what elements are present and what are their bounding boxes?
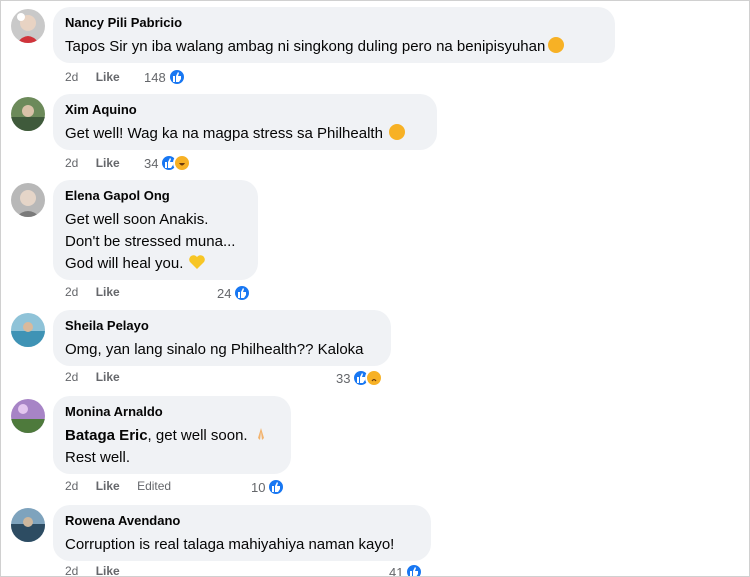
comment-author[interactable]: Nancy Pili Pabricio (65, 15, 603, 31)
yellow-heart-icon (189, 255, 206, 269)
like-reaction-icon (267, 478, 286, 496)
avatar[interactable] (11, 313, 45, 347)
like-reaction-icon (167, 68, 186, 86)
avatar[interactable] (11, 399, 45, 433)
reaction-count: 41 (389, 564, 404, 577)
avatar[interactable] (11, 508, 45, 542)
like-button[interactable]: Like (96, 561, 120, 576)
comment-actions: 2d Like Edited (65, 476, 185, 496)
mention-link[interactable]: Bataga Eric (65, 427, 148, 444)
comment-time[interactable]: 2d (65, 282, 78, 302)
folded-hands-icon (257, 428, 264, 440)
like-button[interactable]: Like (96, 282, 120, 302)
sad-reaction-icon (365, 369, 384, 387)
like-reaction-icon (405, 563, 424, 576)
comments-thread: Nancy Pili Pabricio Tapos Sir yn iba wal… (0, 0, 750, 577)
reaction-count: 10 (251, 479, 266, 495)
reaction-summary[interactable]: 10 (251, 477, 286, 497)
comment-text: Get well! Wag ka na magpa stress sa Phil… (65, 123, 425, 145)
reaction-summary[interactable]: 148 (144, 67, 186, 87)
comment-actions: 2d Like (65, 561, 134, 576)
reaction-summary[interactable]: 33 (336, 368, 384, 388)
reaction-count: 34 (144, 155, 159, 171)
like-reaction-icon (233, 284, 252, 302)
avatar[interactable] (11, 183, 45, 217)
haha-reaction-icon (173, 154, 192, 172)
comment-line: Omg, yan lang sinalo ng Philhealth?? Kal… (65, 341, 364, 358)
reaction-count: 148 (144, 69, 166, 85)
avatar[interactable] (11, 97, 45, 131)
comment-line: Get well soon Anakis. (65, 211, 209, 228)
crying-face-icon (548, 37, 565, 53)
comment-bubble: Rowena Avendano Corruption is real talag… (53, 505, 431, 561)
comment-text: Tapos Sir yn iba walang ambag ni singkon… (65, 36, 603, 58)
comment-time[interactable]: 2d (65, 561, 78, 576)
comment-author[interactable]: Sheila Pelayo (65, 318, 379, 334)
comment-line: God will heal you. (65, 255, 184, 272)
edited-label: Edited (137, 479, 172, 493)
comment-line: Don't be stressed muna... (65, 233, 236, 250)
comment-actions: 2d Like (65, 367, 134, 387)
comment-actions: 2d Like (65, 282, 134, 302)
like-button[interactable]: Like (96, 476, 120, 496)
reaction-count: 33 (336, 370, 351, 386)
comment-line: Corruption is real talaga mahiyahiya nam… (65, 536, 395, 553)
comment-line: Get well! Wag ka na magpa stress sa Phil… (65, 125, 383, 142)
comment-bubble: Monina Arnaldo Bataga Eric, get well soo… (53, 396, 291, 474)
comment-text: God will heal you. (65, 253, 246, 275)
reaction-summary[interactable]: 24 (217, 283, 252, 303)
comment-bubble: Nancy Pili Pabricio Tapos Sir yn iba wal… (53, 7, 615, 63)
comment-line: Tapos Sir yn iba walang ambag ni singkon… (65, 38, 546, 55)
comment-text: Bataga Eric, get well soon. (65, 425, 279, 447)
comment-bubble: Elena Gapol Ong Get well soon Anakis. Do… (53, 180, 258, 280)
comment-author[interactable]: Xim Aquino (65, 102, 425, 118)
like-button[interactable]: Like (96, 153, 120, 173)
comment-line: , get well soon. (147, 427, 248, 444)
comment-time[interactable]: 2d (65, 476, 78, 496)
comment-bubble: Xim Aquino Get well! Wag ka na magpa str… (53, 94, 437, 150)
comment-author[interactable]: Elena Gapol Ong (65, 188, 246, 204)
comment-time[interactable]: 2d (65, 67, 78, 87)
comment-time[interactable]: 2d (65, 367, 78, 387)
reaction-count: 24 (217, 285, 232, 301)
comment-author[interactable]: Monina Arnaldo (65, 404, 279, 420)
smiling-face-icon (388, 124, 405, 140)
comment-actions: 2d Like (65, 67, 134, 87)
comment-line: Rest well. (65, 449, 131, 466)
comment-actions: 2d Like (65, 153, 134, 173)
like-button[interactable]: Like (96, 367, 120, 387)
comment-author[interactable]: Rowena Avendano (65, 513, 419, 529)
reaction-summary[interactable]: 41 (389, 562, 424, 577)
like-button[interactable]: Like (96, 67, 120, 87)
comment-time[interactable]: 2d (65, 153, 78, 173)
comment-bubble: Sheila Pelayo Omg, yan lang sinalo ng Ph… (53, 310, 391, 366)
avatar[interactable] (11, 9, 45, 43)
reaction-summary[interactable]: 34 (144, 153, 192, 173)
